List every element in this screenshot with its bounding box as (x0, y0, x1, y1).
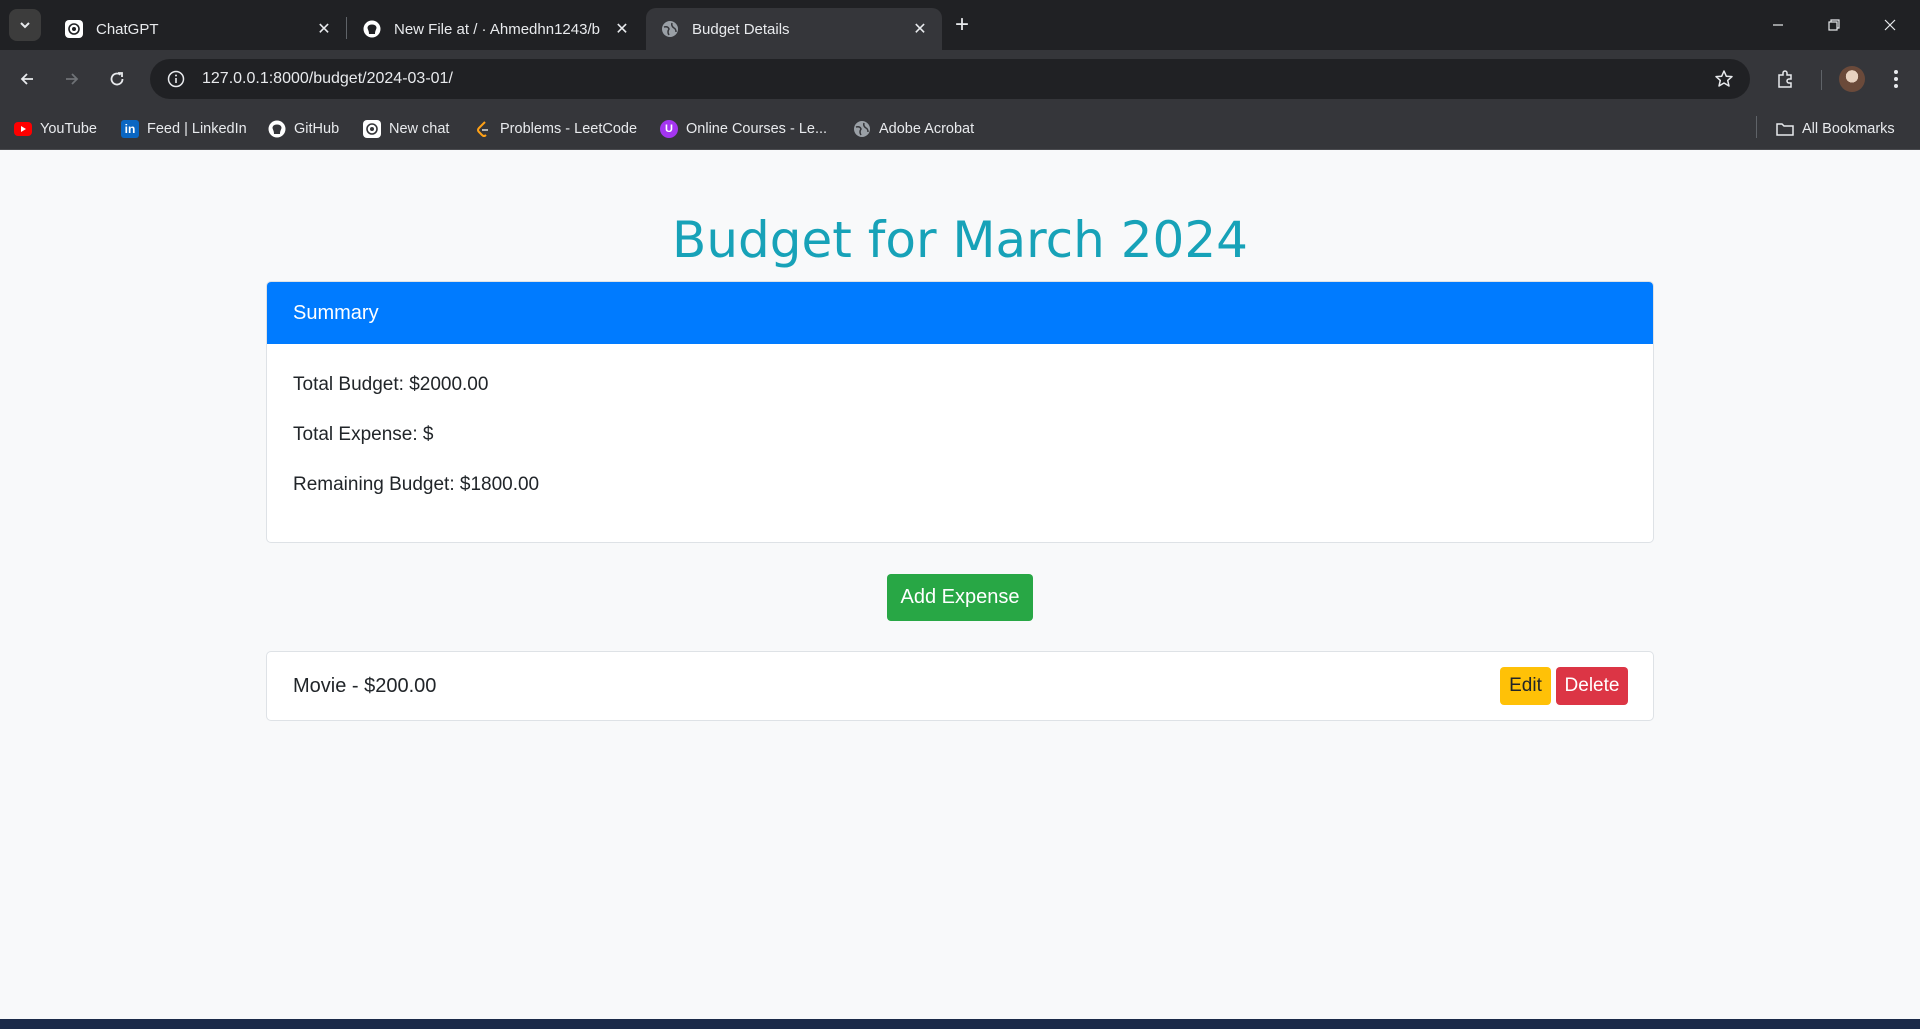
tab-separator (346, 17, 347, 39)
chatgpt-icon (64, 19, 84, 39)
bookmark-label: GitHub (294, 121, 340, 137)
folder-icon (1776, 120, 1794, 138)
all-bookmarks-button[interactable]: All Bookmarks (1776, 118, 1895, 140)
browser-toolbar: 127.0.0.1:8000/budget/2024-03-01/ (0, 50, 1920, 108)
tab-strip: ChatGPT ✕ New File at / · Ahmedhn1243/b … (0, 0, 1920, 50)
url-text: 127.0.0.1:8000/budget/2024-03-01/ (202, 70, 453, 87)
bookmark-label: YouTube (40, 121, 97, 137)
bookmark-label: Adobe Acrobat (879, 121, 975, 137)
total-expense-text: Total Expense: $ (293, 424, 434, 445)
leetcode-icon (474, 120, 492, 138)
bookmark-leetcode[interactable]: Problems - LeetCode (474, 118, 637, 140)
github-icon (268, 120, 286, 138)
bookmark-label: New chat (389, 121, 450, 137)
plus-icon: + (954, 11, 969, 38)
udemy-icon: U (660, 120, 678, 138)
os-taskbar (0, 1019, 1920, 1029)
bookmarks-separator (1756, 116, 1757, 138)
arrow-left-icon (20, 73, 33, 85)
tab-title: ChatGPT (96, 20, 159, 38)
edit-expense-button[interactable]: Edit (1500, 667, 1551, 705)
tab-github[interactable]: New File at / · Ahmedhn1243/b ✕ (348, 8, 644, 50)
extensions-icon[interactable] (1767, 61, 1803, 97)
close-icon (1884, 19, 1896, 31)
summary-card-body: Total Budget: $2000.00 Total Expense: $ … (267, 344, 1653, 495)
bookmark-github[interactable]: GitHub (268, 118, 339, 140)
globe-icon (660, 19, 680, 39)
bookmark-label: Feed | LinkedIn (147, 121, 247, 137)
chatgpt-icon (363, 120, 381, 138)
new-tab-button[interactable]: + (946, 9, 978, 41)
summary-card-header: Summary (267, 282, 1653, 344)
close-icon[interactable]: ✕ (314, 19, 334, 39)
bookmark-label: All Bookmarks (1802, 121, 1895, 137)
add-expense-button[interactable]: Add Expense (887, 574, 1033, 621)
tab-title: Budget Details (692, 20, 790, 38)
reload-icon (110, 72, 124, 86)
delete-expense-button[interactable]: Delete (1556, 667, 1628, 705)
bookmarks-bar: YouTube in Feed | LinkedIn GitHub New ch… (0, 108, 1920, 150)
total-budget-text: Total Budget: $2000.00 (293, 374, 489, 395)
expense-list-item: Movie - $200.00 Edit Delete (266, 651, 1654, 721)
back-button[interactable] (9, 61, 45, 97)
restore-button[interactable] (1806, 0, 1862, 50)
tab-search-button[interactable] (9, 9, 41, 41)
bookmark-star-icon[interactable] (1706, 69, 1742, 89)
minimize-button[interactable] (1750, 0, 1806, 50)
tab-budget-details[interactable]: Budget Details ✕ (646, 8, 942, 50)
avatar (1839, 66, 1865, 92)
profile-button[interactable] (1834, 61, 1870, 97)
summary-card: Summary Total Budget: $2000.00 Total Exp… (266, 281, 1654, 543)
page-content: Budget for March 2024 Summary Total Budg… (0, 151, 1920, 1019)
address-bar[interactable]: 127.0.0.1:8000/budget/2024-03-01/ (150, 59, 1750, 99)
bookmark-label: Online Courses - Le... (686, 121, 828, 137)
close-icon[interactable]: ✕ (612, 19, 632, 39)
linkedin-icon: in (121, 120, 139, 138)
menu-button[interactable] (1878, 61, 1914, 97)
page-title: Budget for March 2024 (672, 211, 1248, 269)
expense-label: Movie - $200.00 (293, 674, 437, 697)
reload-button[interactable] (99, 61, 135, 97)
remaining-budget-text: Remaining Budget: $1800.00 (293, 474, 540, 495)
toolbar-separator (1821, 70, 1822, 90)
restore-icon (1828, 19, 1840, 31)
forward-button[interactable] (54, 61, 90, 97)
youtube-icon (14, 120, 32, 138)
more-vertical-icon (1894, 70, 1898, 88)
arrow-right-icon (66, 73, 79, 85)
minimize-icon (1773, 24, 1783, 26)
bookmark-adobe-acrobat[interactable]: Adobe Acrobat (853, 118, 974, 140)
tab-chatgpt[interactable]: ChatGPT ✕ (50, 8, 346, 50)
site-info-icon[interactable] (156, 70, 196, 88)
bookmark-youtube[interactable]: YouTube (14, 118, 97, 140)
bookmark-label: Problems - LeetCode (500, 121, 638, 137)
bookmark-linkedin[interactable]: in Feed | LinkedIn (121, 118, 247, 140)
github-icon (362, 19, 382, 39)
chevron-down-icon (20, 22, 30, 29)
bookmark-new-chat[interactable]: New chat (363, 118, 449, 140)
close-window-button[interactable] (1862, 0, 1918, 50)
bookmark-udemy[interactable]: U Online Courses - Le... (660, 118, 827, 140)
globe-icon (853, 120, 871, 138)
tab-title: New File at / · Ahmedhn1243/b (394, 20, 600, 38)
close-icon[interactable]: ✕ (910, 19, 930, 39)
